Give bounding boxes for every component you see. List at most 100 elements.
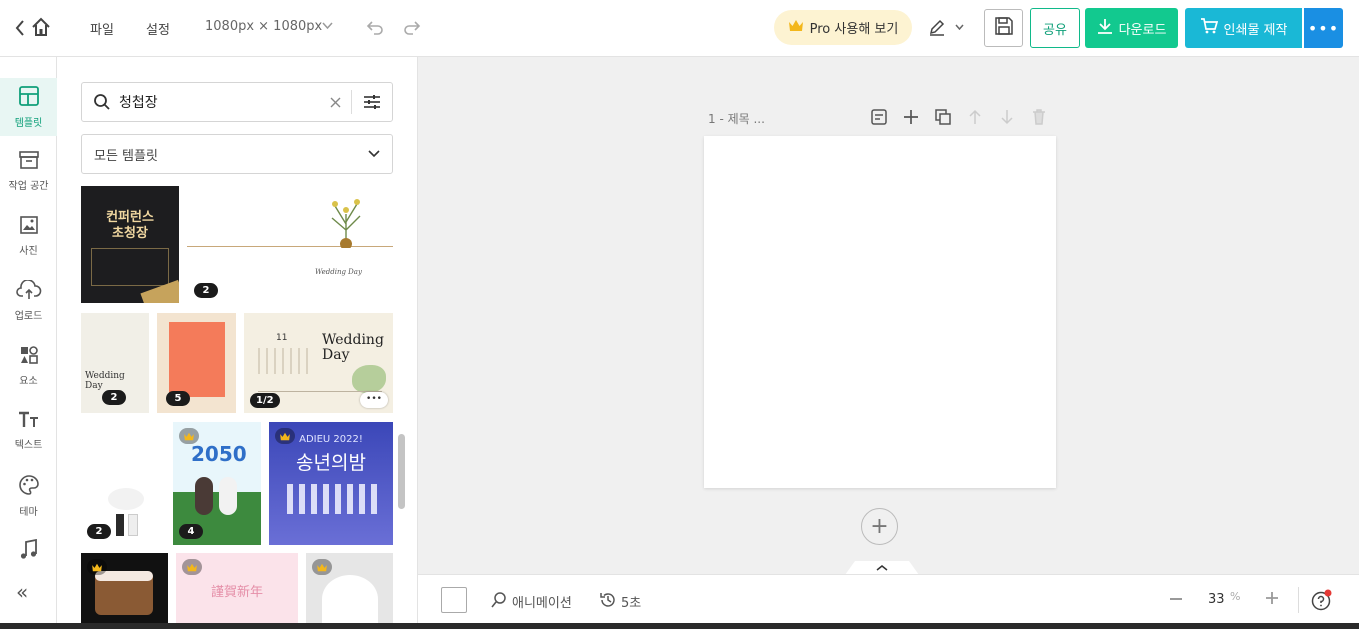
filter-sliders-icon[interactable] xyxy=(363,94,381,110)
zoom-out-icon[interactable] xyxy=(1170,598,1182,600)
template-thumbnail[interactable] xyxy=(81,553,168,623)
rail-item-workspace[interactable]: 작업 공간 xyxy=(0,142,57,200)
floppy-disk-icon xyxy=(994,16,1014,40)
template-thumbnail[interactable]: Wedding Day 2 xyxy=(187,186,393,303)
back-chevron-icon[interactable] xyxy=(14,19,26,37)
template-thumbnail[interactable]: 컨퍼런스 초청장 xyxy=(81,186,179,303)
pro-crown-badge xyxy=(182,559,202,575)
file-menu[interactable]: 파일 xyxy=(90,19,114,38)
template-thumbnail[interactable]: 2 xyxy=(81,422,165,545)
pro-crown-badge xyxy=(275,428,295,444)
text-icon xyxy=(18,411,40,433)
template-title: Wedding Day xyxy=(85,371,125,391)
delete-page-icon[interactable] xyxy=(1030,108,1048,126)
pro-crown-badge xyxy=(312,559,332,575)
collapse-rail-button[interactable]: « xyxy=(16,580,28,604)
undo-icon[interactable] xyxy=(366,18,384,36)
move-page-up-icon[interactable] xyxy=(966,108,984,126)
chevron-down-icon xyxy=(368,150,380,158)
download-label: 다운로드 xyxy=(1118,22,1167,38)
panel-scrollbar[interactable] xyxy=(398,434,405,509)
side-navigation: 템플릿 작업 공간 사진 업로드 요소 텍스트 테마 « xyxy=(0,57,57,629)
rail-label: 업로드 xyxy=(14,311,43,322)
template-thumbnail[interactable]: Wedding Day 2 xyxy=(81,313,149,413)
history-clock-icon[interactable] xyxy=(599,591,617,609)
variant-count-badge: 2 xyxy=(87,524,111,539)
rail-item-photos[interactable]: 사진 xyxy=(0,207,57,265)
print-order-label: 인쇄물 제작 xyxy=(1223,22,1288,38)
design-canvas-area: 1 - 제목 ... + xyxy=(418,57,1359,575)
rail-item-templates[interactable]: 템플릿 xyxy=(0,78,57,136)
more-options-button[interactable]: ••• xyxy=(1304,8,1343,48)
template-thumbnail[interactable] xyxy=(306,553,393,623)
share-button[interactable]: 공유 xyxy=(1030,8,1080,48)
rail-item-text[interactable]: 텍스트 xyxy=(0,402,57,460)
download-icon xyxy=(1097,18,1113,38)
template-thumbnail[interactable]: ADIEU 2022! 송년의밤 xyxy=(269,422,393,545)
template-thumbnail[interactable]: 5 xyxy=(157,313,236,413)
duration-value[interactable]: 5초 xyxy=(621,592,641,611)
pen-dropdown-chevron-icon[interactable] xyxy=(955,24,964,30)
variant-count-badge: 2 xyxy=(194,283,218,298)
pen-icon[interactable] xyxy=(928,18,946,36)
page-title[interactable]: 1 - 제목 ... xyxy=(708,110,765,127)
zoom-in-icon[interactable] xyxy=(1266,592,1278,604)
rail-item-music[interactable] xyxy=(0,523,57,581)
save-button[interactable] xyxy=(984,9,1023,47)
rail-item-theme[interactable]: 테마 xyxy=(0,467,57,525)
design-page[interactable] xyxy=(704,136,1056,488)
template-title: 謹賀新年 xyxy=(210,585,263,600)
home-icon[interactable] xyxy=(31,17,51,37)
add-page-icon[interactable] xyxy=(902,108,920,126)
rail-item-elements[interactable]: 요소 xyxy=(0,337,57,395)
animation-wand-icon[interactable] xyxy=(490,591,508,609)
search-icon xyxy=(93,93,111,111)
collapse-timeline-button[interactable] xyxy=(845,560,919,575)
music-icon xyxy=(19,538,39,565)
download-button[interactable]: 다운로드 xyxy=(1085,8,1178,48)
zoom-value[interactable]: 33 xyxy=(1208,592,1225,607)
page-notes-icon[interactable] xyxy=(870,108,888,126)
add-page-button[interactable]: + xyxy=(861,508,898,545)
search-input[interactable]: 청첩장 xyxy=(119,92,330,112)
move-page-down-icon[interactable] xyxy=(998,108,1016,126)
template-category-select[interactable]: 모든 템플릿 xyxy=(81,134,393,174)
template-thumbnail[interactable]: 11 Wedding Day 1/2 ••• xyxy=(244,313,393,413)
template-decoration xyxy=(108,488,144,510)
redo-icon[interactable] xyxy=(403,18,421,36)
rail-label: 테마 xyxy=(19,507,38,518)
template-thumbnail[interactable]: 謹賀新年 xyxy=(176,553,298,623)
pro-trial-button[interactable]: Pro 사용해 보기 xyxy=(774,10,912,45)
background-color-swatch[interactable] xyxy=(441,587,467,613)
template-decoration xyxy=(169,322,225,397)
clear-search-icon[interactable] xyxy=(330,97,341,108)
canvas-size-dropdown[interactable]: 1080px × 1080px xyxy=(205,19,322,34)
image-icon xyxy=(19,215,39,239)
animation-button[interactable]: 애니메이션 xyxy=(512,592,572,611)
bottom-divider xyxy=(1298,587,1299,613)
help-icon[interactable] xyxy=(1311,589,1333,611)
template-decoration xyxy=(352,365,386,393)
template-title: Wedding Day xyxy=(322,332,384,363)
template-icon xyxy=(18,85,40,111)
rail-label: 작업 공간 xyxy=(8,181,49,192)
template-day: 11 xyxy=(276,333,288,343)
print-order-button[interactable]: 인쇄물 제작 xyxy=(1185,8,1302,48)
pro-crown-badge xyxy=(87,559,107,575)
bottom-toolbar: 애니메이션 5초 33 % xyxy=(418,574,1359,623)
cart-icon xyxy=(1200,18,1218,38)
template-title: 초청장 xyxy=(112,226,148,241)
template-decoration xyxy=(322,575,378,623)
page-toolbar xyxy=(870,108,1048,126)
template-decoration xyxy=(219,477,237,515)
template-search-box[interactable]: 청첩장 xyxy=(81,82,393,122)
template-decoration xyxy=(258,391,382,392)
chevron-down-icon[interactable] xyxy=(322,22,333,30)
more-options-pill[interactable]: ••• xyxy=(360,392,388,408)
archive-icon xyxy=(18,150,40,174)
template-thumbnail[interactable]: 2050 4 xyxy=(173,422,261,545)
duplicate-page-icon[interactable] xyxy=(934,108,952,126)
rail-item-upload[interactable]: 업로드 xyxy=(0,272,57,330)
template-title: 송년의밤 xyxy=(296,452,366,474)
settings-menu[interactable]: 설정 xyxy=(146,19,170,38)
